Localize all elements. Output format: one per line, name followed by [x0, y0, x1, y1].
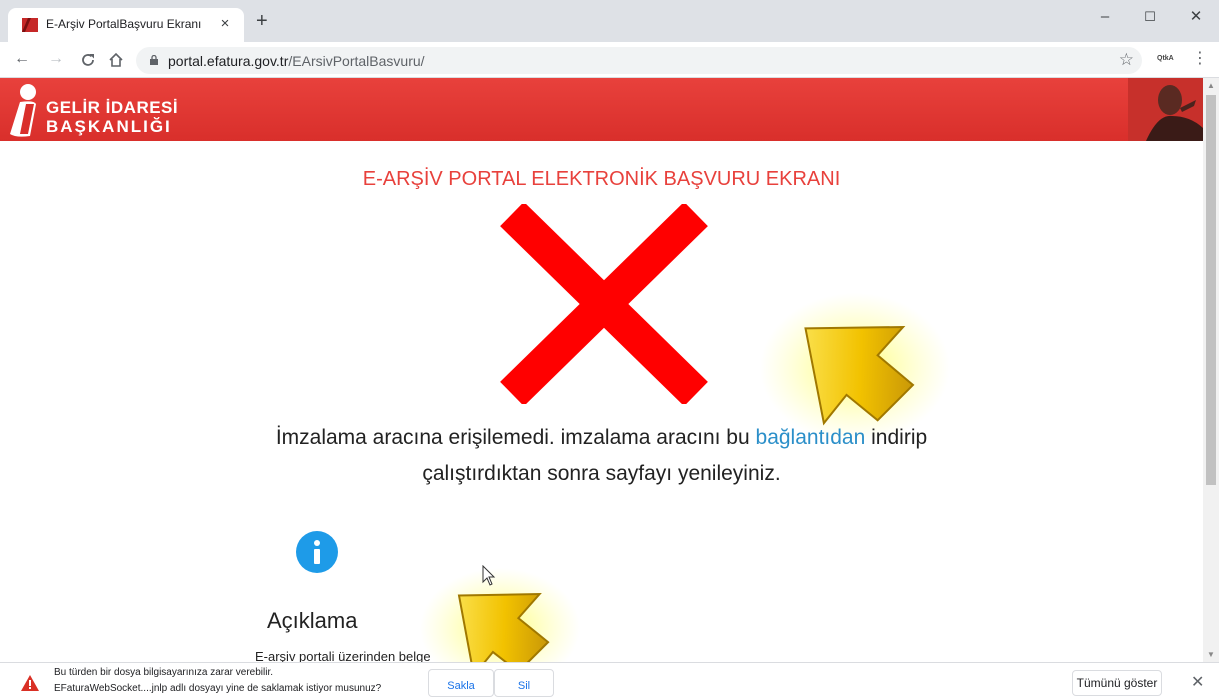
browser-toolbar: ← → portal.efatura.gov.tr/EArsivPortalBa…: [0, 42, 1219, 78]
logo-text-line1: GELİR İDARESİ: [46, 98, 179, 117]
download-bar-close-icon[interactable]: ✕: [1191, 672, 1204, 692]
error-message: İmzalama aracına erişilemedi. imzalama a…: [275, 426, 928, 485]
info-icon: [296, 531, 338, 573]
window-close-button[interactable]: ✕: [1181, 6, 1211, 30]
new-tab-button[interactable]: +: [256, 11, 268, 31]
mouse-cursor-icon: [482, 565, 496, 586]
home-icon[interactable]: [108, 52, 124, 68]
download-warning-text: Bu türden bir dosya bilgisayarınıza zara…: [54, 667, 273, 678]
bookmark-star-icon[interactable]: ☆: [1119, 50, 1134, 70]
lock-icon: [150, 55, 158, 65]
minimize-button[interactable]: –: [1090, 6, 1120, 30]
page-title: E-ARŞİV PORTAL ELEKTRONİK BAŞVURU EKRANI: [362, 168, 841, 190]
tab-close-icon[interactable]: ×: [216, 15, 234, 32]
page-viewport: GELİR İDARESİ BAŞKANLIĞI E-ARŞİV PORTAL …: [0, 78, 1203, 662]
scroll-up-arrow-icon[interactable]: ▲: [1207, 81, 1215, 90]
ataturk-portrait-image: [1128, 78, 1203, 141]
favicon-icon: [22, 18, 38, 32]
error-x-icon: [500, 204, 708, 404]
maximize-button[interactable]: ☐: [1135, 6, 1165, 30]
url-text: portal.efatura.gov.tr/EArsivPortalBasvur…: [168, 53, 425, 69]
info-heading: Açıklama: [267, 608, 358, 633]
warning-icon: [21, 675, 39, 691]
download-question-text: EFaturaWebSocket....jnlp adlı dosyayı yi…: [54, 683, 382, 694]
logo-text-line2: BAŞKANLIĞI: [46, 117, 172, 136]
info-description: E-arşiv portali üzerinden belge: [255, 649, 431, 662]
page-scrollbar[interactable]: ▲ ▼: [1203, 78, 1219, 662]
back-arrow-icon[interactable]: ←: [12, 50, 32, 70]
extension-icon[interactable]: QtkA: [1157, 55, 1174, 62]
tab-active[interactable]: E-Arşiv PortalBaşvuru Ekranı ×: [8, 8, 244, 42]
keep-button[interactable]: Sakla: [428, 669, 494, 697]
reload-icon[interactable]: [80, 52, 96, 68]
menu-dots-icon[interactable]: ⋮: [1192, 51, 1208, 67]
show-all-button[interactable]: Tümünü göster: [1072, 670, 1162, 696]
delete-button[interactable]: Sil: [494, 669, 554, 697]
tab-title: E-Arşiv PortalBaşvuru Ekranı: [46, 17, 202, 31]
tab-strip: E-Arşiv PortalBaşvuru Ekranı × + – ☐ ✕: [0, 0, 1219, 42]
scroll-thumb[interactable]: [1206, 95, 1216, 485]
forward-arrow-icon[interactable]: →: [46, 50, 66, 70]
gib-logo-icon: [10, 84, 36, 137]
pointer-arrow-icon-2: [420, 568, 580, 662]
scroll-down-arrow-icon[interactable]: ▼: [1207, 650, 1215, 659]
browser-window: E-Arşiv PortalBaşvuru Ekranı × + – ☐ ✕ ←…: [0, 0, 1219, 698]
download-bar: Bu türden bir dosya bilgisayarınıza zara…: [0, 662, 1219, 698]
gib-header-banner: GELİR İDARESİ BAŞKANLIĞI: [0, 78, 1203, 141]
download-tool-link[interactable]: bağlantıdan: [756, 426, 866, 449]
address-bar[interactable]: portal.efatura.gov.tr/EArsivPortalBasvur…: [136, 47, 1142, 74]
